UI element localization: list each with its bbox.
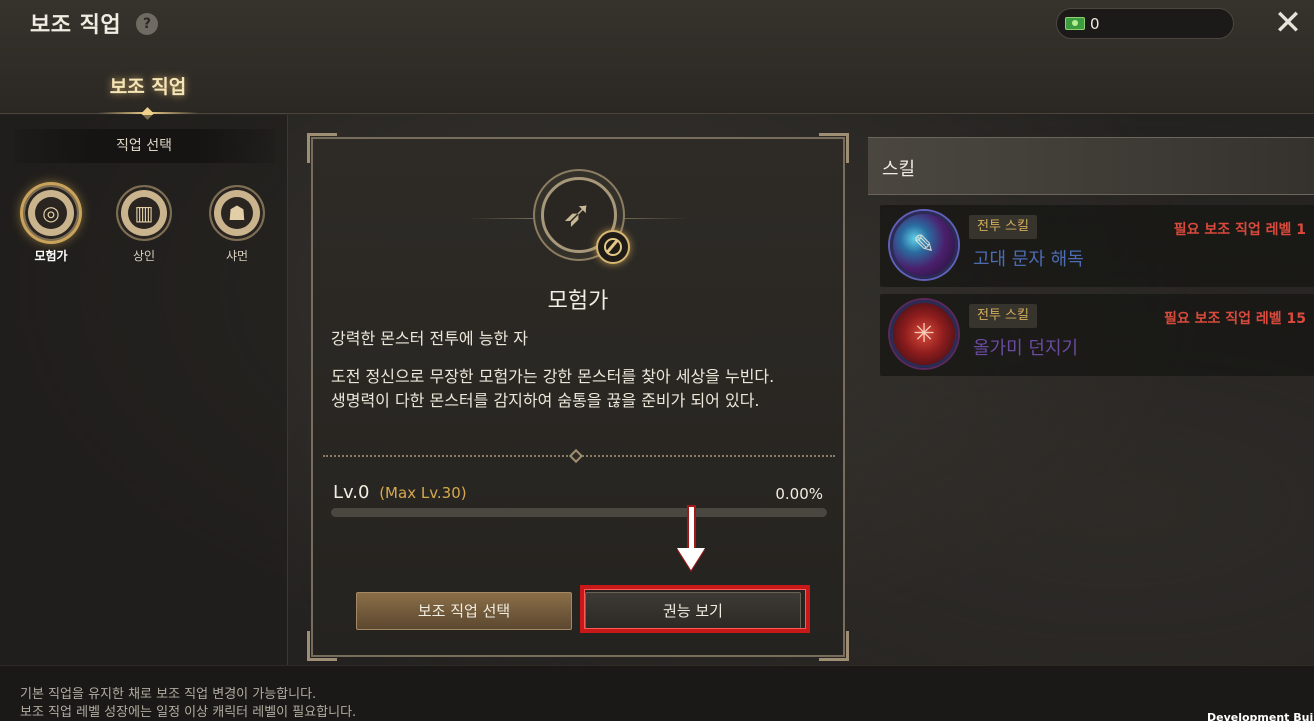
- current-level: Lv.0: [333, 482, 370, 503]
- job-label: 샤먼: [225, 249, 249, 263]
- frame-corner: [819, 631, 849, 661]
- job-item-adventurer[interactable]: ◎ 모험가: [16, 185, 86, 265]
- arrow-head-icon: [677, 548, 705, 570]
- skills-title: 스킬: [882, 159, 916, 180]
- currency-display: 0: [1056, 8, 1234, 39]
- class-description: 도전 정신으로 무장한 모험가는 강한 몬스터를 찾아 세상을 누빈다. 생명력…: [331, 365, 831, 413]
- job-label: 모험가: [34, 249, 68, 263]
- exp-percent: 0.00%: [775, 485, 823, 503]
- job-select-panel: 직업 선택 ◎ 모험가 ▥ 상인 ☗ 샤먼: [0, 115, 288, 665]
- currency-value: 0: [1090, 15, 1100, 33]
- mask-icon: ☗: [209, 185, 265, 241]
- money-icon: [1065, 17, 1085, 30]
- bow-emblem-icon: ➶: [541, 177, 630, 264]
- skill-card[interactable]: ✎ 전투 스킬 필요 보조 직업 레벨 1 고대 문자 해독: [880, 205, 1314, 287]
- skill-tag: 전투 스킬: [969, 304, 1037, 328]
- job-select-title: 직업 선택: [14, 129, 274, 163]
- dev-build-watermark: Development Build: [1207, 711, 1314, 721]
- level-display: Lv.0 (Max Lv.30): [333, 482, 467, 503]
- tab-label: 보조 직업: [109, 76, 187, 98]
- skill-tag: 전투 스킬: [969, 215, 1037, 239]
- compass-badge-icon: [596, 230, 630, 264]
- skill-name: 올가미 던지기: [973, 338, 1079, 359]
- close-icon[interactable]: ✕: [1270, 5, 1306, 41]
- description-line: 생명력이 다한 몬스터를 감지하여 숨통을 끊을 준비가 되어 있다.: [331, 391, 760, 410]
- skills-header: 스킬: [868, 137, 1314, 195]
- job-label: 상인: [132, 249, 156, 263]
- job-item-merchant[interactable]: ▥ 상인: [109, 185, 179, 265]
- frame-corner: [307, 631, 337, 661]
- footer-note: 보조 직업 레벨 성장에는 일정 이상 캐릭터 레벨이 필요합니다.: [20, 705, 357, 720]
- compass-icon: ◎: [23, 185, 79, 241]
- page-title: 보조 직업: [30, 13, 122, 38]
- divider-ornament: [568, 448, 584, 464]
- footer-note: 기본 직업을 유지한 채로 보조 직업 변경이 가능합니다.: [20, 687, 317, 702]
- footer-info: 기본 직업을 유지한 채로 보조 직업 변경이 가능합니다. 보조 직업 레벨 …: [0, 665, 1314, 721]
- tab-sub-job[interactable]: 보조 직업: [98, 72, 198, 120]
- frame-corner: [307, 133, 337, 163]
- job-item-shaman[interactable]: ☗ 샤먼: [202, 185, 272, 265]
- scroll-decode-icon: ✎: [890, 211, 958, 279]
- help-icon[interactable]: ?: [136, 13, 158, 35]
- bow-icon: ➶: [562, 194, 593, 235]
- skill-requirement: 필요 보조 직업 레벨 1: [1173, 222, 1306, 238]
- exp-progress-bar: [331, 508, 827, 517]
- net-throw-icon: ✳: [890, 300, 958, 368]
- class-name: 모험가: [547, 289, 609, 314]
- class-tagline: 강력한 몬스터 전투에 능한 자: [331, 329, 528, 348]
- max-level: (Max Lv.30): [379, 484, 467, 502]
- description-line: 도전 정신으로 무장한 모험가는 강한 몬스터를 찾아 세상을 누빈다.: [331, 367, 775, 386]
- coins-icon: ▥: [116, 185, 172, 241]
- job-detail-panel: ➶ 모험가 강력한 몬스터 전투에 능한 자 도전 정신으로 무장한 모험가는 …: [307, 133, 849, 661]
- skill-card[interactable]: ✳ 전투 스킬 필요 보조 직업 레벨 15 올가미 던지기: [880, 294, 1314, 376]
- header-bar: 보조 직업 ? 0 ✕ 보조 직업: [0, 0, 1314, 120]
- skill-name: 고대 문자 해독: [973, 249, 1084, 270]
- select-sub-job-button[interactable]: 보조 직업 선택: [356, 592, 572, 630]
- skill-requirement: 필요 보조 직업 레벨 15: [1163, 311, 1306, 327]
- highlight-box: [580, 585, 810, 633]
- compass-icon: [604, 238, 622, 256]
- frame-corner: [819, 133, 849, 163]
